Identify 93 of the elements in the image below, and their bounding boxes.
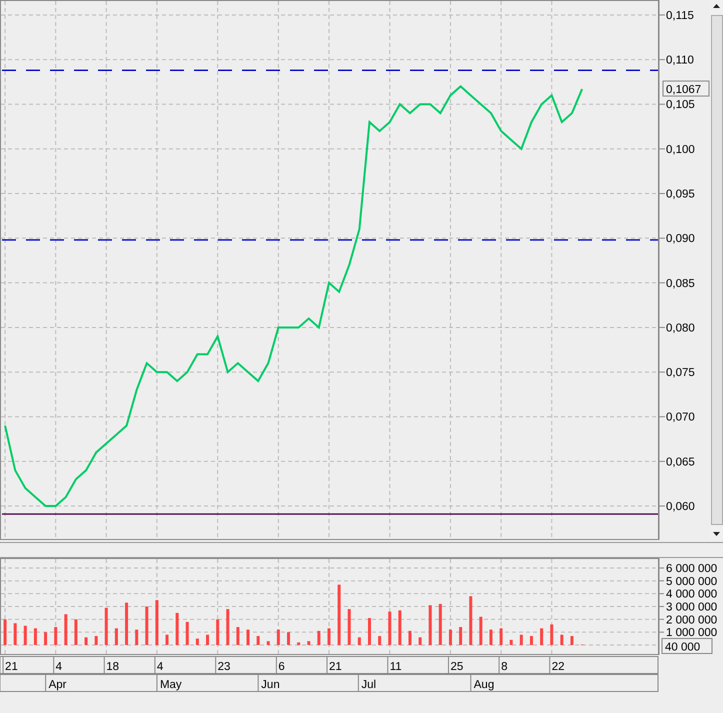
month-label: Aug — [474, 679, 494, 691]
axis-label: 0,075 — [666, 367, 695, 380]
last-volume-badge: 40 000 — [662, 638, 712, 654]
volume-bar — [4, 619, 7, 645]
volume-bar — [64, 614, 68, 645]
volume-bar — [438, 604, 442, 645]
last-price-badge: 0,1067 — [662, 80, 710, 97]
day-label: 8 — [501, 661, 508, 673]
volume-bar — [54, 627, 58, 645]
volume-bar — [104, 608, 108, 645]
volume-bar — [388, 612, 392, 645]
volume-bar — [216, 619, 220, 645]
volume-bar — [418, 637, 422, 645]
axis-label: 0,100 — [666, 144, 695, 156]
volume-bar — [145, 606, 148, 645]
volume-bar — [348, 609, 351, 645]
volume-bar — [510, 640, 513, 645]
volume-bar — [479, 616, 482, 645]
volume-bar — [176, 612, 179, 645]
day-label: 22 — [552, 661, 564, 673]
volume-bar — [408, 630, 412, 645]
volume-bar — [550, 624, 554, 645]
volume-bar — [368, 618, 371, 645]
axis-label: 3 000 000 — [666, 602, 718, 614]
axis-label: 6 000 000 — [666, 563, 718, 575]
volume-bar — [469, 596, 472, 645]
axis-label: 0,115 — [666, 10, 694, 22]
day-label: 4 — [156, 661, 164, 673]
volume-bar — [135, 630, 138, 645]
volume-bar — [34, 628, 37, 645]
month-label: Apr — [48, 679, 66, 691]
volume-bar — [307, 641, 310, 645]
axis-label: 0,085 — [666, 278, 695, 290]
volume-bar — [155, 600, 158, 645]
axis-label: 0,060 — [666, 501, 695, 514]
month-label: Jun — [261, 679, 280, 691]
volume-bar — [14, 623, 17, 645]
volume-bar — [226, 609, 230, 645]
volume-bar — [44, 632, 48, 645]
volume-bar — [338, 584, 341, 645]
volume-bar — [358, 637, 361, 645]
volume-bar — [94, 636, 98, 645]
volume-bar — [570, 636, 574, 645]
axis-label: 2 000 000 — [666, 614, 718, 626]
axis-label: 0,070 — [666, 412, 695, 424]
volume-bar — [540, 628, 544, 645]
axis-label: 0,080 — [666, 322, 695, 334]
volume-bar — [236, 627, 240, 645]
volume-bar — [378, 636, 382, 645]
volume-bar — [297, 642, 300, 645]
volume-bar — [206, 634, 210, 645]
volume-bar — [428, 605, 432, 645]
volume-bar — [114, 628, 118, 645]
axis-label: 0,105 — [666, 99, 695, 112]
volume-bar — [287, 632, 290, 645]
month-label: May — [160, 679, 182, 691]
volume-bar — [317, 630, 320, 645]
volume-bar — [84, 637, 88, 645]
month-label: Jul — [361, 679, 376, 691]
volume-bar — [24, 626, 27, 645]
axis-label: 0,110 — [666, 54, 694, 67]
volume-bar — [74, 619, 78, 645]
volume-bar — [398, 610, 402, 645]
volume-bar — [520, 634, 523, 645]
day-label: 6 — [278, 661, 285, 673]
volume-bar — [328, 628, 330, 645]
volume-bar — [246, 630, 250, 645]
day-label: 11 — [390, 661, 402, 673]
day-label: 18 — [106, 661, 120, 673]
volume-bar — [276, 630, 280, 645]
axis-label: 1 000 000 — [666, 627, 718, 640]
volume-bar — [459, 627, 462, 645]
volume-bar — [530, 636, 533, 645]
volume-bar — [166, 634, 169, 645]
axis-label: 5 000 000 — [666, 576, 718, 588]
volume-bar — [448, 630, 452, 645]
day-label: 25 — [450, 661, 464, 673]
axis-label: 4 000 000 — [666, 588, 718, 601]
day-label: 4 — [56, 661, 62, 673]
volume-bar — [560, 634, 564, 645]
volume-bar — [500, 628, 503, 645]
axis-label: 0,095 — [666, 188, 695, 201]
day-label: 21 — [5, 661, 18, 673]
axis-label: 0,090 — [666, 233, 695, 246]
volume-bar — [489, 630, 492, 645]
day-label: 23 — [218, 661, 230, 673]
volume-bar — [186, 622, 189, 645]
volume-bar — [256, 636, 260, 645]
axis-label: 0,065 — [666, 456, 695, 468]
volume-bar — [266, 641, 270, 645]
volume-bar — [196, 638, 199, 645]
day-label: 21 — [329, 661, 342, 673]
volume-bar — [125, 602, 128, 645]
